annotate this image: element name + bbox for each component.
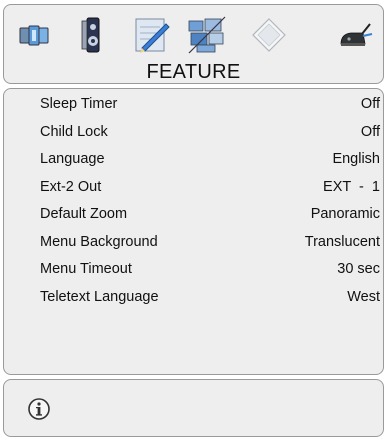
menu-footer (3, 379, 384, 437)
menu-item-label: Default Zoom (40, 206, 128, 222)
feature-menu-list: Sleep Timer Off Child Lock Off Language … (4, 90, 383, 310)
menu-item-value: Translucent (304, 233, 380, 250)
menu-item-label: Sleep Timer (40, 96, 118, 112)
menu-item-teletext-language[interactable]: Teletext Language West (4, 283, 383, 311)
menu-item-value: West (347, 288, 380, 305)
menu-item-label: Child Lock (40, 123, 108, 140)
menu-item-child-lock[interactable]: Child Lock Off (4, 118, 383, 146)
tab-sound[interactable] (68, 11, 118, 59)
info-icon (28, 398, 50, 420)
menu-item-value: English (332, 151, 380, 167)
menu-item-label: Menu Background (40, 233, 158, 250)
menu-item-value: 30 sec (337, 261, 380, 277)
menu-item-value: Panoramic (310, 206, 380, 222)
feature-menu-panel: Sleep Timer Off Child Lock Off Language … (3, 88, 384, 375)
menu-item-default-zoom[interactable]: Default Zoom Panoramic (4, 200, 383, 228)
menu-item-label: Ext-2 Out (40, 178, 102, 195)
menu-item-value: Off (360, 123, 380, 140)
picture-icon (19, 25, 49, 46)
install-satellite-icon (340, 23, 373, 46)
info-button[interactable] (26, 396, 52, 422)
tab-install[interactable] (330, 11, 380, 59)
page-title: FEATURE (146, 61, 241, 83)
tab-source[interactable] (244, 11, 294, 59)
menu-item-value: EXT - 1 (323, 178, 380, 195)
tab-picture[interactable] (12, 11, 62, 59)
menu-item-language[interactable]: Language English (4, 145, 383, 173)
menu-item-label: Language (40, 151, 105, 167)
source-diamond-icon (252, 18, 286, 52)
tab-bar (4, 11, 383, 61)
tab-feature[interactable] (127, 11, 177, 59)
menu-item-label: Menu Timeout (40, 261, 132, 277)
menu-item-menu-timeout[interactable]: Menu Timeout 30 sec (4, 255, 383, 283)
menu-item-ext-2-out[interactable]: Ext-2 Out EXT - 1 (4, 173, 383, 201)
feature-pen-icon (135, 18, 170, 53)
menu-item-label: Teletext Language (40, 288, 159, 305)
menu-item-sleep-timer[interactable]: Sleep Timer Off (4, 90, 383, 118)
menu-header: FEATURE (3, 4, 384, 84)
channel-grid-icon (188, 16, 226, 54)
speaker-icon (81, 17, 100, 53)
menu-item-value: Off (360, 96, 380, 112)
menu-item-menu-background[interactable]: Menu Background Translucent (4, 228, 383, 256)
tab-channels[interactable] (182, 11, 232, 59)
